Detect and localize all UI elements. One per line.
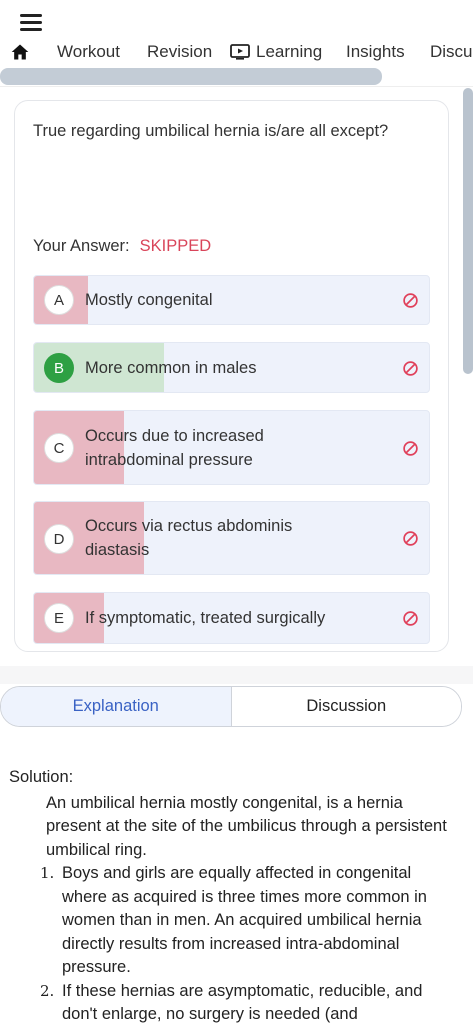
list-item: 2. If these hernias are asymptomatic, re… [9,980,459,1024]
list-text: Boys and girls are equally affected in c… [62,864,427,976]
tab-insights[interactable]: Insights [346,42,405,62]
solution-section: Solution: An umbilical hernia mostly con… [9,766,459,1024]
option-d-letter: D [44,524,74,554]
divider [0,86,473,87]
home-icon[interactable] [10,42,30,62]
option-b[interactable]: B More common in males [33,342,430,393]
option-d[interactable]: D Occurs via rectus abdominis diastasis [33,501,430,575]
tab-workout[interactable]: Workout [57,42,120,62]
option-a-letter: A [44,285,74,315]
list-number: 1. [40,864,55,882]
option-b-label: More common in males [85,359,257,377]
not-selected-icon [403,441,418,456]
tab-discussion[interactable]: Discu [430,42,473,62]
option-c-letter: C [44,433,74,463]
nav-tabs: Workout Revision Learning Insights Discu [0,36,473,70]
question-card: True regarding umbilical hernia is/are a… [14,100,449,652]
hamburger-menu-icon[interactable] [20,14,44,34]
tab-revision[interactable]: Revision [147,42,212,62]
not-selected-icon [403,531,418,546]
top-app-bar: Workout Revision Learning Insights Discu [0,0,473,92]
option-a-label: Mostly congenital [85,291,213,309]
list-number: 2. [40,981,55,1000]
solution-intro: An umbilical hernia mostly congenital, i… [46,793,447,859]
tab-discussion-section[interactable]: Discussion [231,687,461,726]
solution-points: 1. Boys and girls are equally affected i… [9,862,459,1024]
tab-learning[interactable]: Learning [230,42,322,62]
list-item: 1. Boys and girls are equally affected i… [9,862,459,980]
option-e-label: If symptomatic, treated surgically [85,609,326,627]
play-screen-icon [230,44,250,60]
option-c-label: Occurs due to increased intrabdominal pr… [85,427,264,469]
option-a[interactable]: A Mostly congenital [33,275,430,325]
list-text: If these hernias are asymptomatic, reduc… [62,981,423,1024]
tabs-scrollbar[interactable] [0,68,382,85]
solution-title: Solution: [9,768,74,786]
question-text: True regarding umbilical hernia is/are a… [33,122,389,140]
not-selected-icon [403,611,418,626]
option-c[interactable]: C Occurs due to increased intrabdominal … [33,410,430,485]
not-selected-icon [403,361,418,376]
option-e-letter: E [44,603,74,633]
answer-status: SKIPPED [139,237,212,255]
page-scrollbar[interactable] [463,88,473,374]
not-selected-icon [403,293,418,308]
option-d-label: Occurs via rectus abdominis diastasis [85,517,293,559]
your-answer-label: Your Answer: [33,237,130,255]
your-answer-row: Your Answer: SKIPPED [33,237,211,256]
explanation-discussion-toggle: Explanation Discussion [0,686,462,727]
option-e[interactable]: E If symptomatic, treated surgically [33,592,430,644]
section-divider [0,666,473,684]
tab-explanation[interactable]: Explanation [1,687,232,726]
option-b-letter: B [44,353,74,383]
